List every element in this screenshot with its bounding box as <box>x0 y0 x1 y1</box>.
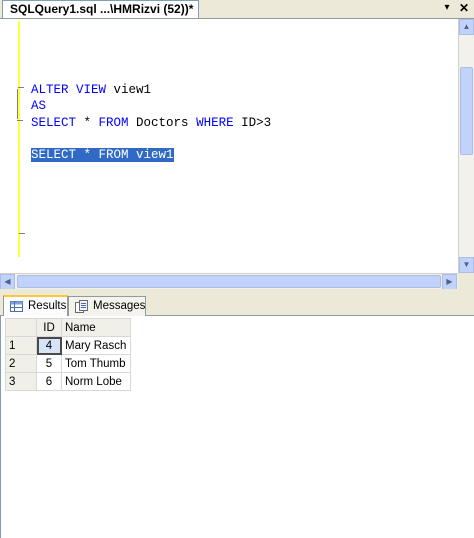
results-tab-strip: Results Messages <box>0 294 474 317</box>
column-header-id[interactable]: ID <box>36 318 62 337</box>
tab-results[interactable]: Results <box>3 295 68 317</box>
table-row: 2 5 Tom Thumb <box>5 354 131 373</box>
tab-title: SQLQuery1.sql ...\HMRizvi (52))* <box>10 2 194 16</box>
outline-line <box>17 89 26 119</box>
outline-end-marker <box>19 233 25 234</box>
code-line-3: SELECT * FROM Doctors WHERE ID>3 <box>31 116 272 130</box>
row-header-corner[interactable] <box>5 318 37 337</box>
change-tracking-margin <box>18 21 20 257</box>
tab-results-label: Results <box>28 300 67 312</box>
horizontal-scrollbar[interactable]: ◀ ▶ <box>0 273 458 290</box>
grid-cell-name[interactable]: Norm Lobe <box>61 372 131 391</box>
tab-sqlquery1[interactable]: SQLQuery1.sql ...\HMRizvi (52))* <box>2 0 199 18</box>
tab-dropdown-icon[interactable]: ▾ <box>440 1 454 15</box>
grid-icon <box>10 301 23 312</box>
grid-cell-id[interactable]: 5 <box>36 354 62 373</box>
row-number[interactable]: 3 <box>5 372 37 391</box>
row-number[interactable]: 1 <box>5 336 37 355</box>
close-icon[interactable]: ✕ <box>457 1 471 15</box>
tab-messages[interactable]: Messages <box>68 296 146 316</box>
grid-cell-id[interactable]: 6 <box>36 372 62 391</box>
horizontal-scroll-thumb[interactable] <box>17 275 441 288</box>
grid-cell-name[interactable]: Tom Thumb <box>61 354 131 373</box>
selected-text: SELECT * FROM view1 <box>31 148 174 162</box>
collapse-icon[interactable] <box>18 87 24 88</box>
document-tab-strip: SQLQuery1.sql ...\HMRizvi (52))* ▾ ✕ <box>0 0 474 19</box>
messages-icon <box>75 300 88 313</box>
scroll-right-icon[interactable]: ▶ <box>442 274 457 290</box>
grid-header-row: ID Name <box>5 318 131 337</box>
code-line-1: ALTER VIEW view1 <box>31 83 152 97</box>
scroll-up-icon[interactable]: ▲ <box>459 19 474 35</box>
code-line-selected: SELECT * FROM view1 <box>31 147 174 163</box>
scroll-left-icon[interactable]: ◀ <box>0 274 15 290</box>
results-grid: ID Name 1 4 Mary Rasch 2 5 Tom Thumb 3 6… <box>5 318 131 391</box>
vertical-scroll-thumb[interactable] <box>460 67 473 155</box>
table-row: 3 6 Norm Lobe <box>5 372 131 391</box>
grid-cell-name[interactable]: Mary Rasch <box>61 336 131 355</box>
scrollbar-corner <box>458 273 474 289</box>
results-pane: ID Name 1 4 Mary Rasch 2 5 Tom Thumb 3 6… <box>0 316 474 538</box>
query-editor[interactable]: ALTER VIEW view1 AS SELECT * FROM Doctor… <box>0 19 458 273</box>
row-number[interactable]: 2 <box>5 354 37 373</box>
grid-cell-id[interactable]: 4 <box>36 336 62 355</box>
code-line-2: AS <box>31 99 47 113</box>
outline-end-marker <box>17 120 23 121</box>
tab-messages-label: Messages <box>93 300 146 312</box>
scroll-down-icon[interactable]: ▼ <box>459 257 474 273</box>
vertical-scrollbar[interactable]: ▲ ▼ <box>458 19 474 273</box>
column-header-name[interactable]: Name <box>61 318 131 337</box>
table-row: 1 4 Mary Rasch <box>5 336 131 355</box>
